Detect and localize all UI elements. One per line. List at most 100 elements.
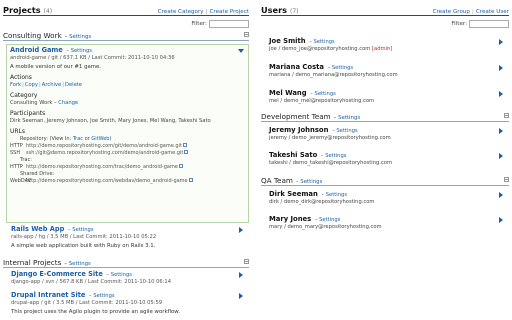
project-title[interactable]: Android Game – Settings (10, 46, 245, 54)
create-category-link[interactable]: Create Category (158, 9, 204, 15)
user-settings-link[interactable]: Settings (332, 65, 353, 71)
users-filter-input[interactable] (469, 19, 509, 28)
project-item-drupal[interactable]: Drupal Intranet Site – Settings drupal-a… (3, 289, 249, 320)
projects-actions: Create Category | Create Project (157, 9, 249, 15)
archive-link[interactable]: Archive (42, 82, 61, 88)
delete-link[interactable]: Delete (65, 82, 82, 88)
project-item-django[interactable]: Django E-Commerce Site – Settings django… (3, 268, 249, 289)
projects-filter-input[interactable] (209, 19, 249, 28)
category-label: Category (10, 92, 38, 99)
webdav-url[interactable]: http://demo.repositoryhosting.com/webdav… (26, 178, 188, 184)
user-item-takeshi[interactable]: Takeshi Sato – Settings takeshi / demo_t… (261, 149, 509, 174)
expand-right-icon[interactable] (499, 91, 503, 97)
users-actions: Create Group | Create User (432, 9, 509, 15)
expand-right-icon[interactable] (499, 128, 503, 134)
user-settings-link[interactable]: Settings (336, 128, 357, 134)
project-settings-link[interactable]: Settings (93, 293, 114, 299)
category-settings-link[interactable]: – Settings (64, 261, 91, 267)
projects-count: (4) (43, 8, 53, 15)
users-panel: Users (7) Create Group | Create User Filte… (261, 0, 509, 238)
create-user-link[interactable]: Create User (476, 9, 509, 15)
users-header: Users (7) Create Group | Create User (261, 0, 509, 16)
collapse-square-icon[interactable] (244, 259, 249, 264)
expand-right-icon[interactable] (499, 192, 503, 198)
copy-url-icon[interactable] (184, 150, 189, 154)
copy-url-icon[interactable] (178, 164, 183, 168)
user-settings-link[interactable]: Settings (326, 192, 347, 198)
user-settings-link[interactable]: Settings (319, 217, 340, 223)
user-item-mel[interactable]: Mel Wang – Settings mel / demo_mel@repos… (261, 87, 509, 110)
fork-link[interactable]: Fork (10, 82, 21, 88)
http-url-row: HTTP http://demo.repositoryhosting.com/g… (10, 143, 245, 149)
category-header-internal: Internal Projects – Settings (3, 258, 249, 268)
projects-panel: Projects (4) Create Category | Create Proj… (3, 0, 249, 320)
expand-right-icon[interactable] (499, 65, 503, 71)
collapse-square-icon[interactable] (504, 177, 509, 182)
group-settings-link[interactable]: – Settings (334, 115, 361, 121)
user-name[interactable]: Takeshi Sato (269, 151, 317, 159)
participants-label: Participants (10, 110, 46, 117)
expand-right-icon[interactable] (239, 227, 243, 233)
user-item-dirk[interactable]: Dirk Seeman – Settings dirk / demo_dirk@… (261, 188, 509, 213)
expand-right-icon[interactable] (499, 153, 503, 159)
projects-filter-label: Filter: (191, 20, 207, 27)
project-settings-link[interactable]: Settings (72, 227, 93, 233)
user-item-joe[interactable]: Joe Smith – Settings joe / demo_joe@repo… (261, 35, 509, 61)
admin-badge: [admin] (372, 46, 393, 52)
gitweb-link[interactable]: GitWeb) (91, 136, 111, 142)
expand-right-icon[interactable] (499, 217, 503, 223)
trac-link[interactable]: Trac (73, 136, 83, 142)
user-item-mary[interactable]: Mary Jones – Settings mary / demo_mary@r… (261, 213, 509, 238)
user-meta: takeshi / demo_takeshi@repositoryhosting… (269, 160, 393, 166)
expand-right-icon[interactable] (239, 272, 243, 278)
trac-url[interactable]: http://demo.repositoryhosting.com/trac/d… (26, 164, 178, 170)
group-name: QA Team (261, 176, 293, 185)
user-item-mariana[interactable]: Mariana Costa – Settings mariana / demo_… (261, 61, 509, 87)
user-name[interactable]: Mary Jones (269, 215, 311, 223)
project-title[interactable]: Drupal Intranet Site (11, 291, 85, 299)
change-category-link[interactable]: Change (58, 100, 78, 106)
project-item-rails[interactable]: Rails Web App – Settings rails-app / hg … (3, 223, 249, 256)
copy-url-icon[interactable] (182, 143, 187, 147)
group-header-development: Development Team – Settings (261, 112, 509, 122)
project-meta: django-app / svn / 567.8 KB / Last Commi… (11, 279, 172, 285)
create-project-link[interactable]: Create Project (209, 9, 249, 15)
user-item-jeremy[interactable]: Jeremy Johnson – Settings jeremy / demo_… (261, 124, 509, 149)
group-name: Development Team (261, 112, 331, 121)
user-meta: mel / demo_mel@repositoryhosting.com (269, 98, 375, 104)
user-name[interactable]: Joe Smith (269, 37, 306, 45)
user-name[interactable]: Jeremy Johnson (269, 126, 328, 134)
projects-filter: Filter: (3, 18, 249, 29)
category-settings-link[interactable]: – Settings (65, 34, 92, 40)
project-title[interactable]: Rails Web App (11, 225, 64, 233)
copy-url-icon[interactable] (188, 178, 193, 182)
project-description: A simple web application built with Ruby… (11, 243, 156, 249)
category-value: Consulting Work – Change (10, 100, 79, 106)
actions-label: Actions (10, 74, 32, 81)
user-settings-link[interactable]: Settings (315, 91, 336, 97)
user-name[interactable]: Mel Wang (269, 89, 307, 97)
trac-url-row: HTTP http://demo.repositoryhosting.com/t… (10, 164, 245, 170)
project-title[interactable]: Django E-Commerce Site (11, 270, 103, 278)
project-settings-link[interactable]: Settings (71, 48, 92, 54)
expand-down-icon[interactable] (238, 49, 244, 53)
collapse-square-icon[interactable] (244, 32, 249, 37)
user-name[interactable]: Mariana Costa (269, 63, 324, 71)
ssh-url[interactable]: ssh://git@demo.repositoryhosting.com/dem… (26, 150, 183, 156)
http-url[interactable]: http://demo.repositoryhosting.com/git/de… (26, 143, 182, 149)
group-header-qa: QA Team – Settings (261, 176, 509, 186)
project-meta: android-game / git / 637.1 KB / Last Com… (10, 55, 175, 61)
project-meta: drupal-app / git / 3.5 MB / Last Commit:… (11, 300, 163, 306)
group-settings-link[interactable]: – Settings (296, 179, 323, 185)
copy-link[interactable]: Copy (25, 82, 38, 88)
user-name[interactable]: Dirk Seeman (269, 190, 318, 198)
project-card-android-game: Android Game – Settings android-game / g… (6, 44, 249, 223)
collapse-square-icon[interactable] (504, 113, 509, 118)
expand-right-icon[interactable] (499, 39, 503, 45)
user-settings-link[interactable]: Settings (325, 153, 346, 159)
project-settings-link[interactable]: Settings (111, 272, 132, 278)
create-group-link[interactable]: Create Group (433, 9, 470, 15)
expand-right-icon[interactable] (239, 293, 243, 299)
urls-label: URLs (10, 128, 26, 135)
user-settings-link[interactable]: Settings (313, 39, 334, 45)
